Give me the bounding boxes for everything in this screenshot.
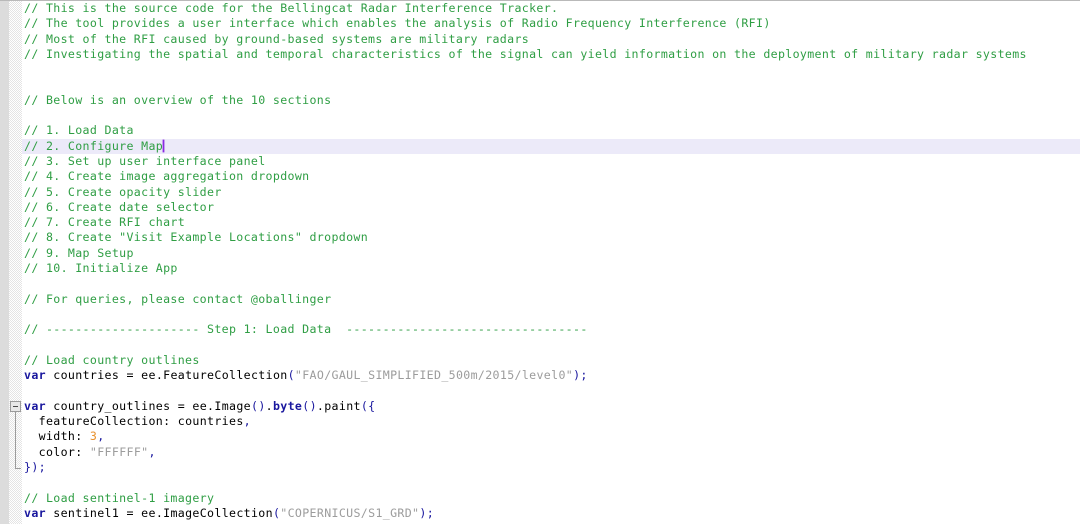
code-line[interactable]: color: "FFFFFF", [0,445,1080,460]
code-line[interactable]: // 5. Create opacity slider [0,185,1080,200]
code-content[interactable]: // This is the source code for the Belli… [0,1,1080,524]
fold-range-foot [15,467,21,469]
code-line-blank[interactable] [0,307,1080,322]
code-line[interactable]: // Most of the RFI caused by ground-base… [0,32,1080,47]
code-line[interactable]: featureCollection: countries, [0,414,1080,429]
code-tokens: }); [24,459,46,474]
code-line[interactable]: // 10. Initialize App [0,261,1080,276]
code-tokens: color: "FFFFFF", [38,444,156,459]
code-line[interactable]: // Load country outlines [0,353,1080,368]
comment-token: // 2. Configure Map [24,138,164,153]
code-line-blank[interactable] [0,77,1080,92]
code-editor[interactable]: // This is the source code for the Belli… [0,0,1080,524]
code-line[interactable]: // 7. Create RFI chart [0,215,1080,230]
code-line[interactable]: // This is the source code for the Belli… [0,1,1080,16]
code-line-active[interactable]: // 2. Configure Map [0,138,1080,154]
editor-left-margin-strip [0,0,9,524]
editor-top-rule [0,0,1080,1]
comment-token: // 9. Map Setup [24,245,134,260]
code-line[interactable]: // 4. Create image aggregation dropdown [0,169,1080,184]
comment-token: // 7. Create RFI chart [24,215,186,230]
code-line-fold-start[interactable]: var country_outlines = ee.Image().byte()… [0,399,1080,414]
comment-token: // 10. Initialize App [24,261,178,276]
minus-icon[interactable] [10,400,21,412]
code-line[interactable]: // Below is an overview of the 10 sectio… [0,93,1080,108]
comment-token: // 8. Create "Visit Example Locations" d… [24,230,369,245]
code-line[interactable]: var sentinel1 = ee.ImageCollection("COPE… [0,506,1080,521]
comment-token: // 3. Set up user interface panel [24,153,266,168]
code-tokens: width: 3, [38,429,105,444]
code-tokens: var country_outlines = ee.Image().byte()… [24,398,376,413]
code-line[interactable]: // Investigating the spatial and tempora… [0,47,1080,62]
code-line-blank[interactable] [0,276,1080,291]
comment-token: // 5. Create opacity slider [24,184,222,199]
comment-token: // 1. Load Data [24,123,134,138]
code-line[interactable]: // 3. Set up user interface panel [0,154,1080,169]
code-line-fold-end[interactable]: }); [0,460,1080,475]
code-line[interactable]: // For queries, please contact @oballing… [0,292,1080,307]
code-line[interactable]: // The tool provides a user interface wh… [0,16,1080,31]
code-line-blank[interactable] [0,383,1080,398]
fold-range-line [15,411,16,469]
code-line-blank[interactable] [0,475,1080,490]
code-line[interactable]: // 6. Create date selector [0,200,1080,215]
comment-token: // Below is an overview of the 10 sectio… [24,92,332,107]
code-tokens: featureCollection: countries, [38,414,251,429]
code-line[interactable]: // 9. Map Setup [0,246,1080,261]
code-line[interactable]: // 1. Load Data [0,123,1080,138]
comment-token: // 4. Create image aggregation dropdown [24,169,310,184]
comment-token: // Most of the RFI caused by ground-base… [24,31,530,46]
comment-token: // For queries, please contact @oballing… [24,291,332,306]
code-line[interactable]: // Load sentinel-1 imagery [0,491,1080,506]
code-line-blank[interactable] [0,62,1080,77]
code-tokens: var sentinel1 = ee.ImageCollection("COPE… [24,505,435,520]
comment-token: // Investigating the spatial and tempora… [24,46,1027,61]
text-caret [162,139,164,152]
code-tokens: var countries = ee.FeatureCollection("FA… [24,368,588,383]
comment-token: // 6. Create date selector [24,199,215,214]
comment-token: // The tool provides a user interface wh… [24,16,771,31]
code-line-blank[interactable] [0,108,1080,123]
code-line-blank[interactable] [0,338,1080,353]
comment-token: // Load sentinel-1 imagery [24,490,215,505]
code-line-section-divider[interactable]: // --------------------- Step 1: Load Da… [0,322,1080,337]
comment-token: // This is the source code for the Belli… [24,1,559,15]
code-line[interactable]: var countries = ee.FeatureCollection("FA… [0,368,1080,383]
code-line[interactable]: // 8. Create "Visit Example Locations" d… [0,230,1080,245]
code-line[interactable]: width: 3, [0,429,1080,444]
comment-token: // Load country outlines [24,352,200,367]
comment-token: // --------------------- Step 1: Load Da… [24,322,588,337]
